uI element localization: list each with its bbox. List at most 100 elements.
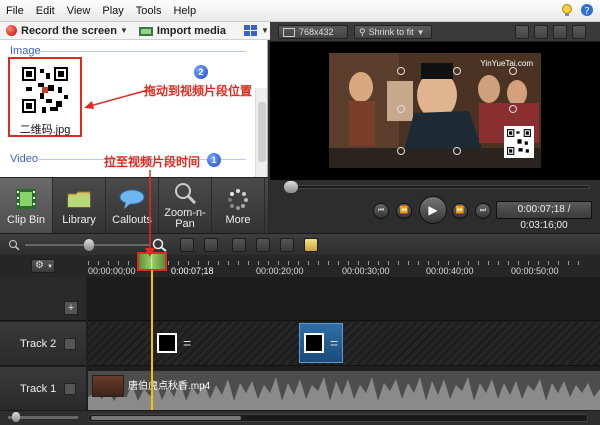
fast-forward-button[interactable]: ⏩ [452,203,468,219]
fit-mode-dropdown[interactable]: ⚲ Shrink to fit ▼ [354,25,432,39]
image-clip-thumbnail[interactable]: 二维码.jpg [8,57,82,137]
qr-code-icon [304,333,324,353]
menu-edit[interactable]: Edit [36,5,55,17]
detach-button[interactable] [553,25,567,39]
copy-button[interactable] [280,238,294,252]
menu-tools[interactable]: Tools [136,5,162,17]
qr-code-icon [506,128,532,156]
crop-button[interactable] [515,25,529,39]
menu-bar: File Edit View Play Tools Help ? [0,0,600,22]
record-screen-button[interactable]: Record the screen [21,25,117,37]
tab-label: More [225,214,251,226]
image-clip[interactable]: = [153,323,193,363]
tick-label: 00:00:20;00 [256,266,304,276]
menu-play[interactable]: Play [102,5,123,17]
menu-help[interactable]: Help [173,5,196,17]
undo-button[interactable] [180,238,194,252]
import-media-icon [138,26,153,36]
chevron-down-icon[interactable]: ▼ [261,26,269,35]
folder-icon [67,191,91,208]
qr-code-icon [157,333,177,353]
transform-handles[interactable] [397,65,517,160]
track-height-handle[interactable] [12,412,20,422]
video-clip[interactable]: 唐伯虎点秋香.mp4 [88,371,600,411]
zoom-out-icon[interactable] [8,239,22,251]
resolution-label: 768x432 [299,27,334,37]
main-toolbar: Record the screen ▼ Import media ▼ [0,22,270,40]
qr-code-icon [20,65,70,115]
track-add-row: + [0,277,86,321]
spinner-icon [228,189,248,210]
tab-library[interactable]: Library [53,178,106,234]
tracks-area: + Track 2 = = Track 1 唐伯虎点秋香.mp4 [0,277,600,415]
track-header[interactable]: Track 2 [0,322,86,366]
playhead-time: 0:00:07;18 [171,266,214,276]
film-icon [16,189,36,209]
clip-name: 唐伯虎点秋香.mp4 [128,381,211,392]
annotation-badge-2: 2 [194,65,208,79]
tab-clip-bin[interactable]: Clip Bin [0,178,53,234]
timeline-bottom-bar [0,410,600,425]
view-mode-icon[interactable] [243,24,258,37]
tool-tabs: Clip Bin Library Callouts Zoom-n- Pan Mo… [0,177,268,234]
import-media-button[interactable]: Import media [157,25,226,37]
timeline-settings-button[interactable]: ⚙ ▼ [31,259,55,273]
timeline-toolbar [0,233,600,255]
help-icon[interactable]: ? [580,3,594,17]
record-icon [6,25,17,36]
preview-scrubber[interactable] [270,180,600,194]
tab-zoom-n-pan[interactable]: Zoom-n- Pan [159,178,212,234]
redo-button[interactable] [204,238,218,252]
fullscreen-button[interactable] [572,25,586,39]
annotation-drag-text: 拖动到视频片段位置 [144,84,253,98]
clip-thumbnail [92,375,124,397]
equals-icon: = [183,335,192,351]
cut-button[interactable] [232,238,246,252]
image-clip-selected[interactable]: = [299,323,343,363]
paste-button[interactable] [304,238,318,252]
video-frame[interactable]: YinYueTai.com [329,53,541,168]
qr-overlay[interactable] [504,126,534,158]
split-button[interactable] [256,238,270,252]
screen-icon [283,27,295,37]
pan-hand-button[interactable] [534,25,548,39]
preview-toolbar: 768x432 ⚲ Shrink to fit ▼ [270,22,600,42]
playback-controls: ⏮ ⏪ ▶ ⏩ ⏭ 0:00:07;18 / 0:03:16;00 [270,194,600,233]
fit-mode-label: Shrink to fit [368,27,414,37]
annotation-badge-1: 1 [207,153,221,167]
tab-label: Clip Bin [7,214,45,226]
tick-label: 00:00:40;00 [426,266,474,276]
previous-clip-button[interactable]: ⏮ [373,203,389,219]
timeline-ruler[interactable]: ⚙ ▼ 00:00:00;00 00:00:20;00 00:00:30;00 … [0,255,600,277]
tab-label: Library [62,214,96,226]
menu-view[interactable]: View [67,5,91,17]
svg-text:?: ? [584,6,589,17]
annotation-arrow [145,170,155,257]
chevron-down-icon: ▼ [47,264,53,270]
play-button[interactable]: ▶ [419,196,447,224]
rewind-button[interactable]: ⏪ [396,203,412,219]
scrubber-handle[interactable] [284,181,298,193]
menu-file[interactable]: File [6,5,24,17]
magnifier-icon [175,183,197,204]
empty-lane [88,277,600,321]
next-clip-button[interactable]: ⏭ [475,203,491,219]
tab-label: Zoom-n- Pan [164,207,206,230]
video-preview: YinYueTai.com [270,42,600,180]
tab-more[interactable]: More [212,178,265,234]
resolution-button[interactable]: 768x432 [278,25,348,39]
track-name: Track 2 [20,338,57,350]
lock-icon[interactable] [64,383,76,395]
add-track-button[interactable]: + [64,301,78,315]
track-name: Track 1 [20,383,57,395]
chevron-down-icon: ▼ [416,27,425,37]
tick-label: 00:00:30;00 [342,266,390,276]
track-header[interactable]: Track 1 [0,367,86,411]
section-video-heading: Video [10,153,38,165]
lightbulb-icon[interactable] [560,3,574,17]
gear-icon: ⚙ [35,260,44,271]
zoom-slider-handle[interactable] [84,239,94,251]
lock-icon[interactable] [64,338,76,350]
chevron-down-icon[interactable]: ▼ [120,26,128,35]
horizontal-scrollbar[interactable] [88,414,588,422]
